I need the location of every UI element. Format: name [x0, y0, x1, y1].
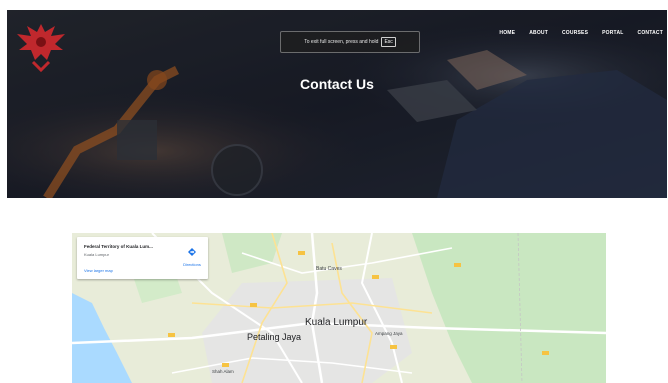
directions-button[interactable]: Directions [179, 243, 205, 267]
directions-icon [188, 248, 196, 256]
page: HOME ABOUT COURSES PORTAL CONTACT To exi… [0, 0, 668, 383]
esc-key-badge: Esc [381, 37, 396, 47]
place-subtitle: Kuala Lumpur [84, 252, 109, 257]
map-label-shah-alam: Shah Alam [212, 369, 234, 374]
nav-about[interactable]: ABOUT [529, 30, 548, 36]
directions-label: Directions [183, 262, 201, 267]
nav-courses[interactable]: COURSES [562, 30, 588, 36]
hero-banner: HOME ABOUT COURSES PORTAL CONTACT To exi… [7, 10, 667, 198]
place-title: Federal Territory of Kuala Lum... [84, 244, 153, 249]
map-label-ampang-jaya: Ampang Jaya [375, 331, 403, 336]
fullscreen-notice-text: To exit full screen, press and hold [304, 39, 379, 45]
main-nav: HOME ABOUT COURSES PORTAL CONTACT [499, 30, 663, 36]
view-larger-map-link[interactable]: View larger map [84, 268, 113, 273]
nav-portal[interactable]: PORTAL [602, 30, 623, 36]
page-title: Contact Us [300, 76, 374, 92]
nav-home[interactable]: HOME [499, 30, 515, 36]
map-label-petaling-jaya: Petaling Jaya [247, 332, 302, 342]
map-label-batu-caves: Batu Caves [316, 266, 342, 272]
fullscreen-exit-notice: To exit full screen, press and hold Esc [280, 31, 420, 53]
embedded-map[interactable]: Batu Caves Kuala Lumpur Petaling Jaya Am… [72, 233, 606, 383]
nav-contact[interactable]: CONTACT [638, 30, 663, 36]
map-label-kuala-lumpur: Kuala Lumpur [305, 317, 368, 328]
eagle-logo-icon[interactable] [11, 16, 71, 76]
map-place-card: Federal Territory of Kuala Lum... Kuala … [77, 237, 208, 279]
